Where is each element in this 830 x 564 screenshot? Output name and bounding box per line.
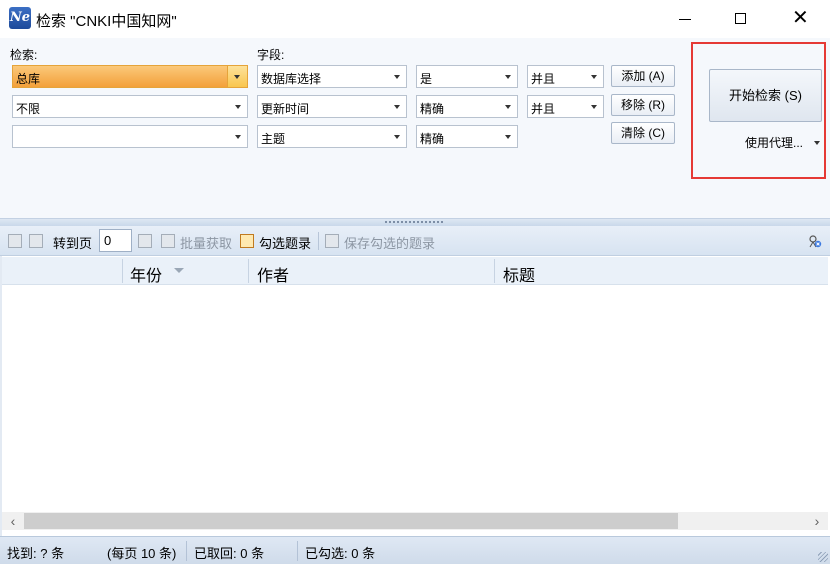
page-number-input[interactable] (99, 229, 132, 252)
search-term-combo-2[interactable]: 不限 (12, 95, 248, 118)
field-value: 主题 (261, 132, 286, 146)
column-divider[interactable] (122, 259, 123, 283)
remove-button[interactable]: 移除 (R) (611, 94, 675, 116)
maximize-button[interactable] (717, 0, 763, 38)
first-page-icon[interactable] (8, 234, 22, 248)
chevron-down-icon (235, 135, 241, 139)
status-checked: 已勾选: 0 条 (305, 546, 376, 561)
logic-value: 并且 (531, 102, 556, 116)
sort-descending-icon (174, 268, 184, 273)
use-proxy-menu[interactable]: 使用代理... (745, 134, 803, 151)
goto-page-label: 转到页 (53, 236, 93, 251)
field-value: 更新时间 (261, 102, 310, 116)
results-grid-header: 年份 作者 标题 (2, 257, 828, 285)
close-icon: ✕ (792, 5, 809, 29)
column-header-title[interactable]: 标题 (503, 262, 535, 286)
logic-combo-1[interactable]: 并且 (527, 65, 604, 88)
chevron-down-icon (394, 75, 400, 79)
status-found: 找到: ? 条 (7, 546, 65, 561)
batch-fetch-button[interactable]: 批量获取 (180, 233, 232, 252)
scrollbar-thumb[interactable] (24, 513, 678, 529)
save-icon (325, 234, 339, 248)
match-combo-1[interactable]: 是 (416, 65, 518, 88)
next-page-icon[interactable] (138, 234, 152, 248)
maximize-icon (735, 13, 746, 24)
search-term-value: 不限 (16, 102, 41, 116)
chevron-down-icon (234, 75, 240, 79)
chevron-down-icon (394, 135, 400, 139)
chevron-down-icon[interactable] (814, 141, 820, 145)
scroll-left-icon[interactable]: ‹ (6, 513, 20, 529)
horizontal-scrollbar[interactable]: ‹ › (2, 512, 828, 530)
checklist-icon (240, 234, 254, 248)
chevron-down-icon (505, 135, 511, 139)
field-combo-1[interactable]: 数据库选择 (257, 65, 407, 88)
field-combo-3[interactable]: 主题 (257, 125, 407, 148)
prev-page-icon[interactable] (29, 234, 43, 248)
column-divider[interactable] (248, 259, 249, 283)
check-entries-button[interactable]: 勾选题录 (259, 233, 311, 252)
panel-splitter[interactable] (0, 218, 830, 226)
settings-user-icon[interactable] (808, 234, 822, 248)
app-icon: Ne (9, 7, 31, 29)
match-value: 精确 (420, 102, 445, 116)
chevron-down-icon (591, 75, 597, 79)
match-value: 是 (420, 72, 433, 86)
resize-grip[interactable] (818, 552, 828, 562)
title-bar: Ne 检索 "CNKI中国知网" ✕ (0, 0, 830, 38)
splitter-grip[interactable] (385, 221, 443, 223)
status-divider (297, 541, 298, 561)
match-combo-3[interactable]: 精确 (416, 125, 518, 148)
chevron-down-icon (505, 75, 511, 79)
close-button[interactable]: ✕ (776, 0, 822, 38)
add-button[interactable]: 添加 (A) (611, 65, 675, 87)
field-value: 数据库选择 (261, 72, 322, 86)
status-bar: 找到: ? 条 (每页 10 条) 已取回: 0 条 已勾选: 0 条 (0, 536, 830, 564)
results-grid-body[interactable] (2, 285, 828, 512)
search-term-combo-1[interactable]: 总库 (12, 65, 248, 88)
column-header-year[interactable]: 年份 (130, 262, 162, 286)
search-term-value: 总库 (16, 72, 41, 86)
toolbar-divider (318, 232, 319, 250)
field-combo-2[interactable]: 更新时间 (257, 95, 407, 118)
status-per-page: (每页 10 条) (107, 546, 177, 561)
save-checked-button[interactable]: 保存勾选的题录 (344, 233, 435, 252)
chevron-down-icon (505, 105, 511, 109)
search-label: 检索: (10, 48, 38, 62)
minimize-button[interactable] (662, 0, 708, 38)
clear-button[interactable]: 清除 (C) (611, 122, 675, 144)
window-title: 检索 "CNKI中国知网" (36, 13, 177, 30)
chevron-down-icon (394, 105, 400, 109)
status-divider (186, 541, 187, 561)
logic-value: 并且 (531, 72, 556, 86)
chevron-down-icon (591, 105, 597, 109)
column-header-author[interactable]: 作者 (257, 262, 289, 286)
column-divider[interactable] (494, 259, 495, 283)
search-term-combo-3[interactable] (12, 125, 248, 148)
match-combo-2[interactable]: 精确 (416, 95, 518, 118)
field-label: 字段: (257, 48, 285, 62)
match-value: 精确 (420, 132, 445, 146)
dropdown-button[interactable] (227, 66, 247, 87)
batch-fetch-icon (161, 234, 175, 248)
status-fetched: 已取回: 0 条 (194, 546, 265, 561)
logic-combo-2[interactable]: 并且 (527, 95, 604, 118)
minimize-icon (679, 19, 691, 20)
chevron-down-icon (235, 105, 241, 109)
start-search-button[interactable]: 开始检索 (S) (709, 69, 822, 122)
scroll-right-icon[interactable]: › (810, 513, 824, 529)
